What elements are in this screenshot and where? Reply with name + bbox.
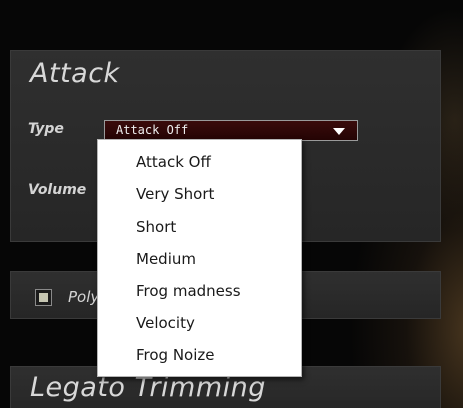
type-select-value: Attack Off xyxy=(116,123,189,137)
type-label: Type xyxy=(28,121,64,137)
menu-item-medium[interactable]: Medium xyxy=(136,250,196,274)
menu-item-velocity[interactable]: Velocity xyxy=(136,314,195,338)
poly-checkbox[interactable] xyxy=(35,289,52,306)
menu-item-frog-madness[interactable]: Frog madness xyxy=(136,282,241,306)
volume-label: Volume xyxy=(28,182,87,198)
menu-item-very-short[interactable]: Very Short xyxy=(136,185,214,209)
checkbox-check-icon xyxy=(39,293,48,302)
menu-item-attack-off[interactable]: Attack Off xyxy=(136,153,211,177)
chevron-down-icon[interactable] xyxy=(333,128,345,135)
instrument-ui: Attack Type Attack Off Volume Poly Legat… xyxy=(0,0,463,408)
type-select[interactable]: Attack Off xyxy=(104,120,358,141)
poly-label: Poly xyxy=(68,288,100,306)
menu-item-short[interactable]: Short xyxy=(136,218,176,242)
type-dropdown-menu: Attack Off Very Short Short Medium Frog … xyxy=(97,139,302,377)
attack-section-title: Attack xyxy=(30,58,120,89)
menu-item-frog-noize[interactable]: Frog Noize xyxy=(136,346,215,370)
